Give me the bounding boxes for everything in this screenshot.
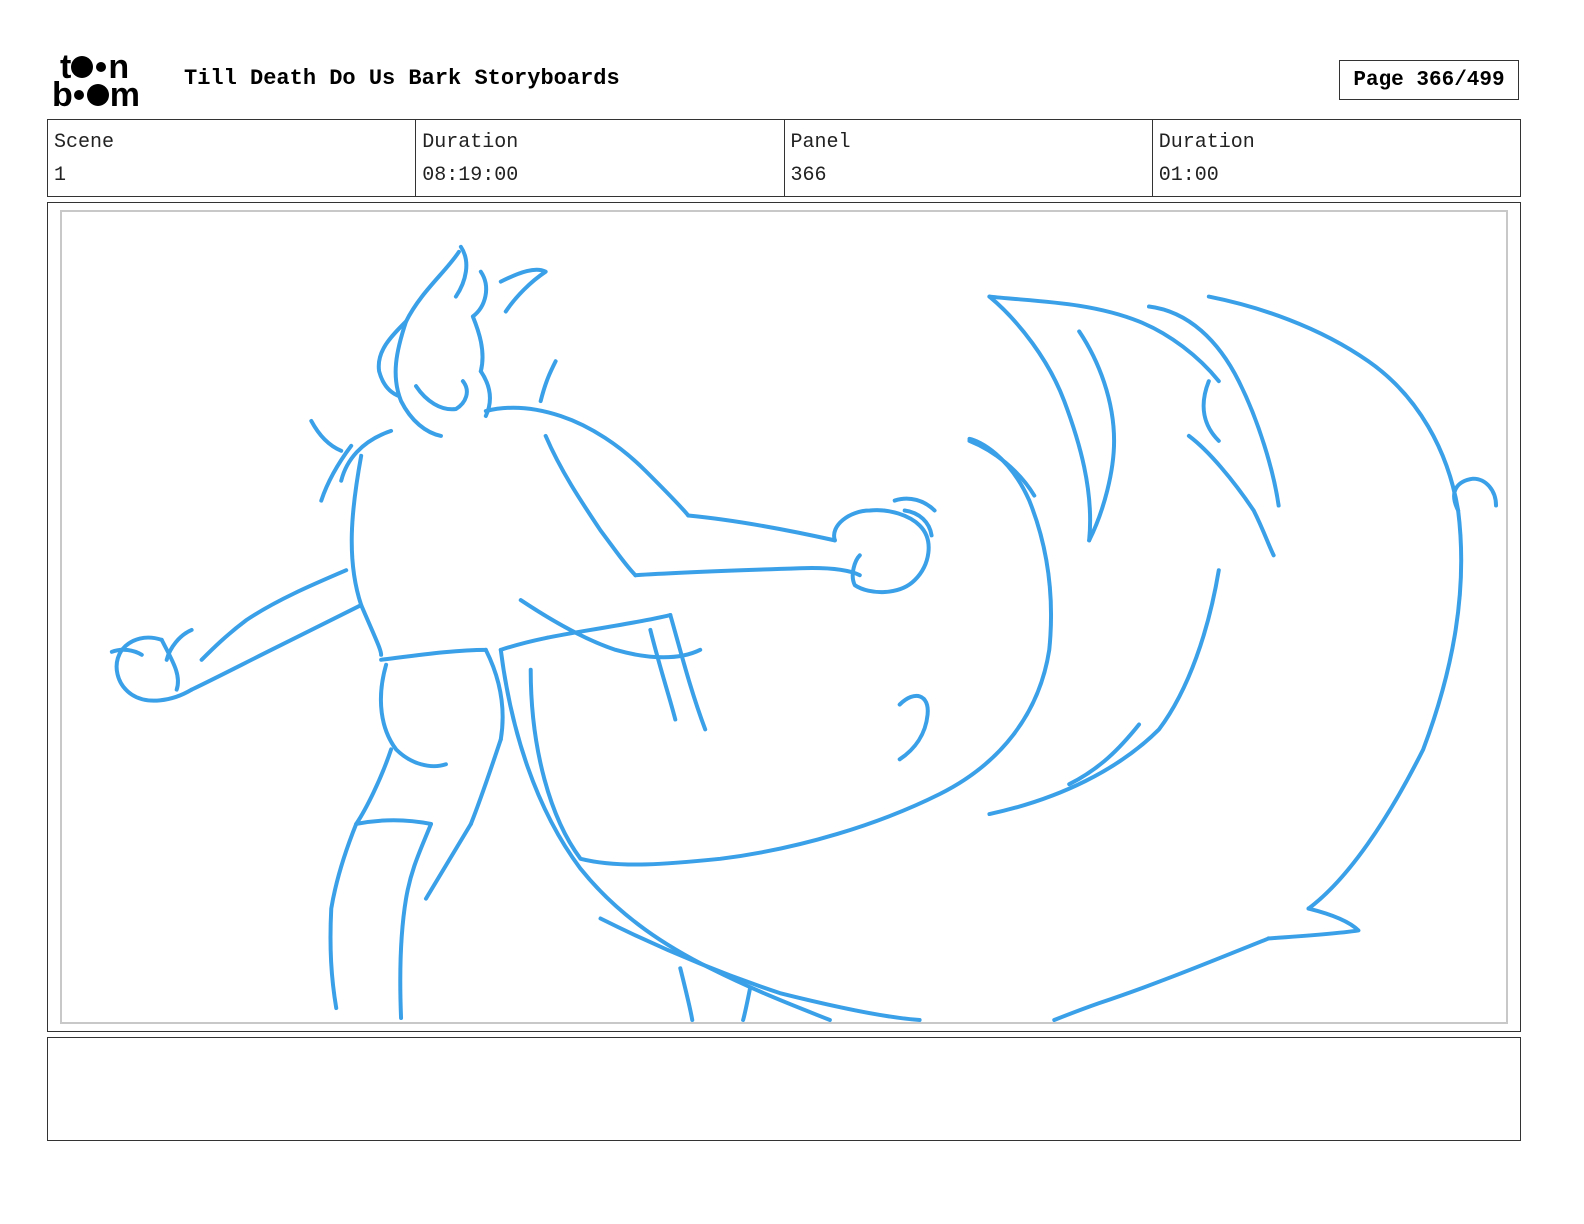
scene-duration-label: Duration bbox=[422, 131, 519, 154]
scene-duration-cell: Duration 08:19:00 bbox=[416, 120, 785, 196]
panel-value: 366 bbox=[790, 164, 827, 187]
logo-letter-b: b bbox=[52, 76, 73, 114]
panel-duration-label: Duration bbox=[1158, 131, 1255, 154]
scene-info-table: Scene 1 Duration 08:19:00 Panel 366 Dura… bbox=[47, 119, 1521, 197]
panel-duration-cell: Duration 01:00 bbox=[1153, 120, 1520, 196]
panel-label: Panel bbox=[790, 131, 851, 154]
scene-value: 1 bbox=[54, 164, 67, 187]
logo-row-bottom: bm bbox=[52, 76, 140, 114]
page-number: Page 366/499 bbox=[1339, 60, 1519, 100]
panel-cell: Panel 366 bbox=[785, 120, 1153, 196]
storyboard-panel bbox=[47, 202, 1521, 1032]
panel-image-area bbox=[60, 210, 1508, 1024]
logo-letter-m: m bbox=[109, 76, 140, 114]
scene-duration-value: 08:19:00 bbox=[422, 164, 519, 187]
sketch-drawing bbox=[109, 244, 1499, 1022]
toonboom-logo: to tn bm bbox=[52, 50, 164, 114]
document-title: Till Death Do Us Bark Storyboards bbox=[184, 66, 620, 91]
scene-label: Scene bbox=[54, 131, 115, 154]
panel-notes-box bbox=[47, 1037, 1521, 1141]
scene-cell: Scene 1 bbox=[48, 120, 417, 196]
panel-duration-value: 01:00 bbox=[1158, 164, 1219, 187]
